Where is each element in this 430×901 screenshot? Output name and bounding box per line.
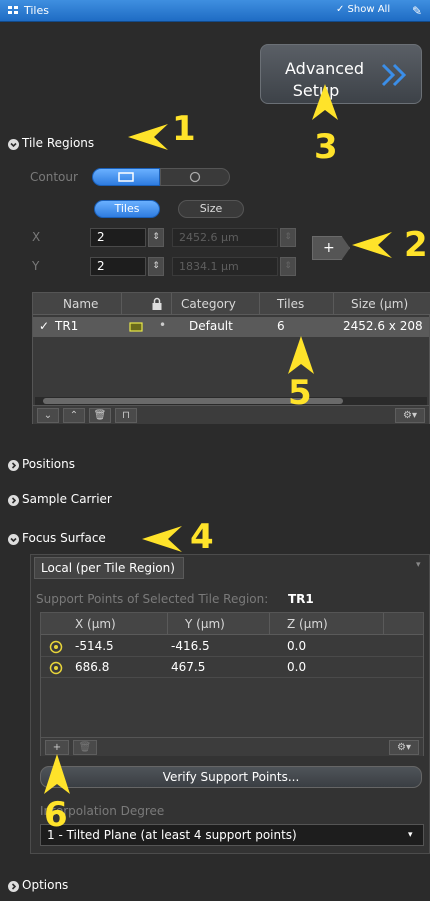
expand-icon[interactable] (8, 881, 19, 892)
table-row[interactable]: -514.5 -416.5 0.0 (41, 637, 423, 657)
annotation-5: 5 (288, 373, 312, 413)
move-down-button[interactable]: ⌄ (37, 408, 59, 423)
y-tiles-stepper[interactable]: ⇕ (148, 257, 164, 276)
table-row[interactable]: ✓ TR1 • Default 6 2452.6 x 208 (33, 317, 429, 337)
col-z-header[interactable]: Z (µm) (287, 617, 328, 631)
target-icon (49, 661, 63, 675)
table-toolbar: ⌄ ⌃ 🗑 ⊓ ⚙▾ (33, 405, 429, 424)
verify-support-points-button[interactable]: Verify Support Points... (40, 766, 422, 788)
col-size-header[interactable]: Size (µm) (351, 297, 408, 311)
x-tiles-input[interactable]: 2 (90, 228, 146, 247)
x-size-input[interactable]: 2452.6 µm (172, 228, 278, 247)
point-z: 0.0 (287, 660, 307, 674)
row-category: Default (189, 319, 233, 333)
annotation-arrow-icon (352, 232, 392, 258)
point-y: 467.5 (171, 660, 206, 674)
row-tiles: 6 (277, 319, 285, 333)
row-name: TR1 (55, 319, 79, 333)
tab-local-per-tile-region[interactable]: Local (per Tile Region) (34, 557, 184, 579)
y-tiles-input[interactable]: 2 (90, 257, 146, 276)
col-category-header[interactable]: Category (181, 297, 236, 311)
panel-title: Tiles (24, 4, 49, 17)
support-region-name: TR1 (288, 592, 314, 606)
add-tile-region-button[interactable]: + (312, 236, 350, 260)
annotation-2: 2 (404, 225, 428, 265)
tiles-mode-button[interactable]: Tiles (94, 200, 160, 218)
expand-icon[interactable] (8, 495, 19, 506)
annotation-3: 3 (314, 127, 338, 167)
annotation-arrow-icon (312, 84, 338, 120)
collapse-icon[interactable] (8, 534, 19, 545)
contour-circle-button[interactable] (160, 168, 230, 186)
row-checkbox[interactable]: ✓ (39, 319, 49, 333)
edit-icon[interactable]: ✎ (412, 4, 424, 18)
show-all-toggle[interactable]: ✓ Show All (336, 4, 390, 15)
x-size-stepper[interactable]: ⇕ (280, 228, 296, 247)
tile-region-table: Name Category Tiles Size (µm) ✓ TR1 • De… (32, 292, 430, 424)
advanced-setup-label-1: Advanced (285, 59, 365, 78)
positions-header[interactable]: Positions (22, 457, 75, 471)
annotation-arrow-icon (44, 754, 70, 794)
rectangle-icon (118, 172, 134, 182)
unlock-icon[interactable]: ⊓ (115, 408, 137, 423)
table-row[interactable]: 686.8 467.5 0.0 (41, 658, 423, 678)
annotation-4: 4 (190, 517, 214, 557)
collapse-icon[interactable] (8, 139, 19, 150)
delete-icon[interactable]: 🗑 (89, 408, 111, 423)
point-y: -416.5 (171, 639, 210, 653)
point-x: 686.8 (75, 660, 110, 674)
panel-titlebar: Tiles ✓ Show All ✎ (0, 0, 430, 22)
x-label: X (32, 230, 41, 244)
delete-icon[interactable]: 🗑 (73, 740, 97, 755)
contour-label: Contour (30, 170, 78, 184)
focus-surface-header[interactable]: Focus Surface (22, 531, 106, 545)
double-chevron-right-icon (381, 63, 407, 87)
target-icon (49, 640, 63, 654)
annotation-arrow-icon (142, 526, 182, 552)
support-points-table: X (µm) Y (µm) Z (µm) -514.5 -416.5 0.0 6… (40, 612, 424, 756)
options-header[interactable]: Options (22, 878, 68, 892)
y-size-input[interactable]: 1834.1 µm (172, 257, 278, 276)
col-y-header[interactable]: Y (µm) (185, 617, 225, 631)
row-size: 2452.6 x 208 (343, 319, 423, 333)
size-mode-button[interactable]: Size (178, 200, 244, 218)
advanced-setup-button[interactable]: Advanced Setup (260, 44, 422, 104)
circle-icon (189, 171, 201, 183)
sample-carrier-header[interactable]: Sample Carrier (22, 492, 112, 506)
interpolation-degree-select[interactable]: 1 - Tilted Plane (at least 4 support poi… (40, 824, 424, 846)
lock-state-dot[interactable]: • (159, 318, 166, 332)
annotation-arrow-icon (288, 336, 314, 374)
grid-icon (8, 6, 18, 14)
lock-icon (152, 297, 162, 310)
move-up-button[interactable]: ⌃ (63, 408, 85, 423)
y-size-stepper[interactable]: ⇕ (280, 257, 296, 276)
horizontal-scrollbar[interactable] (35, 397, 427, 405)
x-tiles-stepper[interactable]: ⇕ (148, 228, 164, 247)
annotation-6: 6 (44, 795, 68, 835)
region-shape-icon (129, 322, 143, 332)
annotation-arrow-icon (128, 124, 168, 150)
contour-rectangle-button[interactable] (92, 168, 160, 186)
support-points-label: Support Points of Selected Tile Region: (36, 592, 269, 606)
dropdown-arrow-icon[interactable]: ▾ (408, 828, 420, 842)
point-x: -514.5 (75, 639, 114, 653)
tab-menu-icon[interactable]: ▾ (416, 560, 421, 570)
y-label: Y (32, 259, 40, 273)
col-tiles-header[interactable]: Tiles (277, 297, 304, 311)
add-support-point-button[interactable]: + (45, 740, 69, 755)
gear-menu-icon[interactable]: ⚙▾ (389, 740, 419, 755)
col-name-header[interactable]: Name (63, 297, 98, 311)
gear-menu-icon[interactable]: ⚙▾ (395, 408, 425, 423)
col-x-header[interactable]: X (µm) (75, 617, 116, 631)
support-toolbar: + 🗑 ⚙▾ (41, 737, 423, 756)
tile-regions-header[interactable]: Tile Regions (22, 136, 94, 150)
annotation-1: 1 (172, 109, 196, 149)
point-z: 0.0 (287, 639, 307, 653)
expand-icon[interactable] (8, 460, 19, 471)
